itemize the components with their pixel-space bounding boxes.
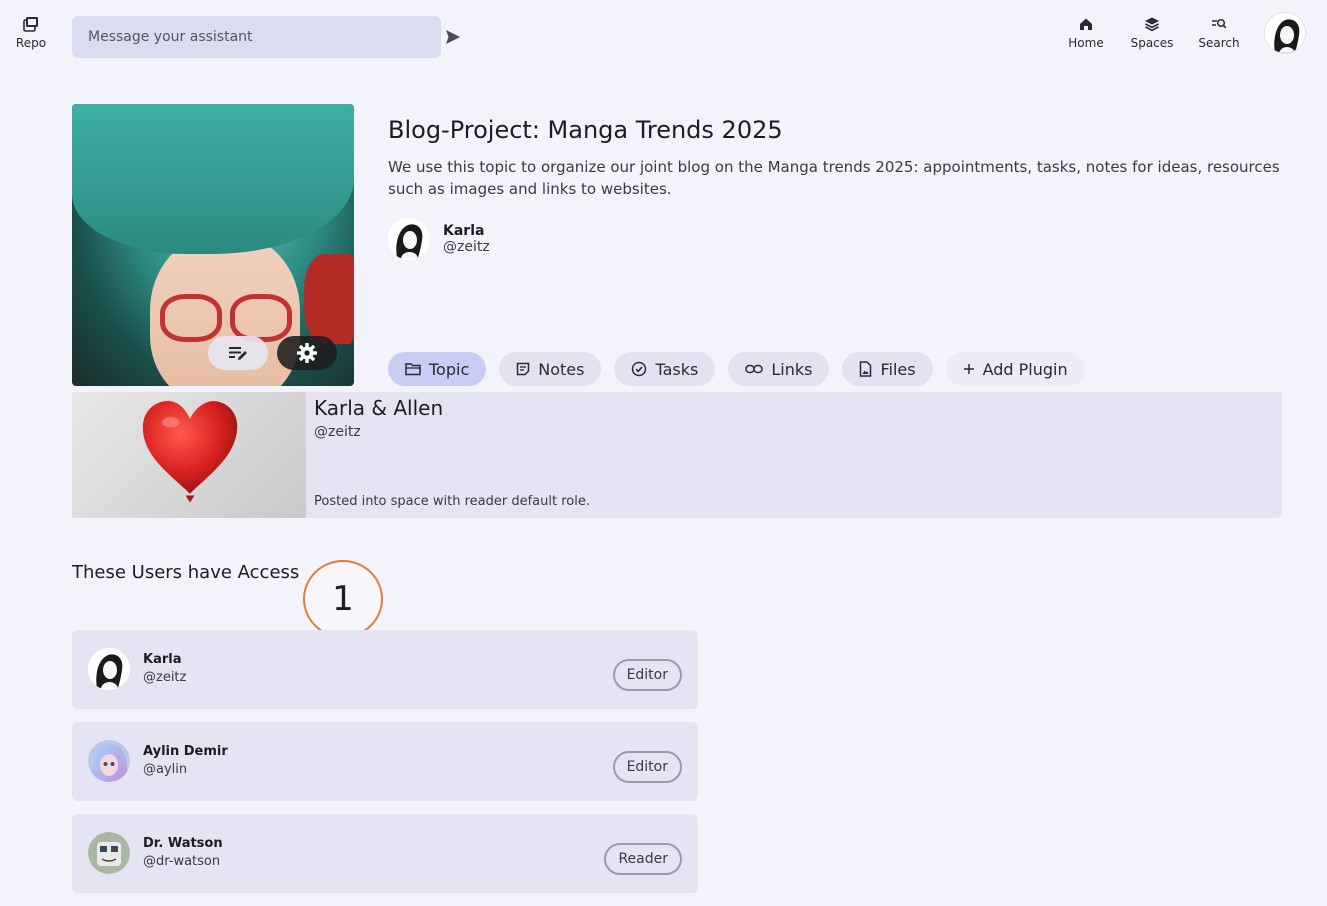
access-title: These Users have Access [72, 562, 300, 583]
post-author-handle: @zeitz [314, 424, 361, 440]
search-icon [1212, 18, 1227, 29]
user-name: Karla [143, 652, 182, 667]
tab-topic-label: Topic [429, 359, 470, 379]
edit-list-icon [229, 347, 247, 360]
repo-button[interactable]: Repo [10, 16, 52, 50]
topic-title: Blog-Project: Manga Trends 2025 [388, 116, 783, 144]
post-title: Karla & Allen [314, 396, 444, 420]
user-handle: @zeitz [143, 670, 187, 685]
role-button[interactable]: Reader [604, 843, 682, 875]
figure-hair [72, 104, 354, 254]
user-row: Aylin Demir @aylin Editor [72, 722, 698, 801]
tab-topic[interactable]: Topic [388, 352, 487, 386]
user-name: Aylin Demir [143, 744, 228, 759]
role-button[interactable]: Editor [612, 659, 682, 691]
nav-spaces[interactable]: Spaces [1130, 16, 1174, 50]
topic-cover-image [72, 104, 354, 386]
avatar-sketch-icon [1265, 13, 1305, 53]
folder-icon [405, 363, 421, 376]
plugin-tabs: Topic Notes Tasks Links Files Add Plugin [388, 352, 1085, 386]
topic-description: We use this topic to organize our joint … [388, 158, 1280, 198]
tab-links-label: Links [771, 359, 813, 379]
edit-topic-button[interactable] [208, 336, 268, 370]
post-card[interactable]: Karla & Allen @zeitz Posted into space w… [72, 392, 1282, 518]
user-row: Karla @zeitz Editor [72, 630, 698, 709]
nav-home[interactable]: Home [1068, 16, 1104, 50]
check-circle-icon [632, 361, 647, 377]
figure-headphone [304, 254, 354, 344]
tab-files[interactable]: Files [842, 352, 933, 386]
owner-name: Karla [443, 223, 485, 239]
repo-label: Repo [15, 36, 47, 50]
add-plugin-button[interactable]: Add Plugin [945, 352, 1085, 386]
topic-owner[interactable]: Karla @zeitz [388, 218, 490, 260]
file-icon [860, 361, 872, 377]
post-image [72, 392, 306, 518]
user-handle: @dr-watson [143, 854, 221, 869]
figure-glasses-left [160, 294, 222, 342]
gear-icon [297, 343, 317, 363]
tab-files-label: Files [880, 359, 916, 379]
nav-spaces-label: Spaces [1130, 36, 1174, 50]
figure-glasses-right [230, 294, 292, 342]
nav-search-label: Search [1198, 36, 1240, 50]
owner-handle: @zeitz [443, 239, 490, 255]
owner-avatar [388, 218, 430, 260]
tab-notes-label: Notes [538, 359, 585, 379]
add-plugin-label: Add Plugin [982, 359, 1068, 379]
layers-icon [1145, 17, 1159, 32]
tab-links[interactable]: Links [728, 352, 830, 386]
plus-icon [963, 364, 974, 374]
tab-notes[interactable]: Notes [499, 352, 602, 386]
home-icon [1080, 18, 1092, 30]
user-avatar [88, 648, 130, 690]
topic-settings-button[interactable] [277, 336, 337, 370]
tab-tasks-label: Tasks [655, 359, 699, 379]
step-marker: 1 [303, 560, 383, 638]
post-note: Posted into space with reader default ro… [314, 494, 590, 509]
profile-avatar[interactable] [1264, 12, 1306, 54]
user-name: Dr. Watson [143, 836, 223, 851]
nav-search[interactable]: Search [1198, 16, 1240, 50]
nav-home-label: Home [1068, 36, 1104, 50]
heart-balloon-icon [142, 401, 238, 503]
user-row: Dr. Watson @dr-watson Reader [72, 814, 698, 893]
note-icon [517, 362, 530, 376]
send-icon[interactable] [444, 28, 462, 46]
user-handle: @aylin [143, 762, 188, 777]
assistant-input[interactable] [72, 16, 441, 58]
gallery-icon [23, 17, 38, 32]
role-button[interactable]: Editor [612, 751, 682, 783]
user-avatar [88, 832, 130, 874]
link-icon [745, 364, 764, 374]
user-avatar [88, 740, 130, 782]
tab-tasks[interactable]: Tasks [614, 352, 716, 386]
